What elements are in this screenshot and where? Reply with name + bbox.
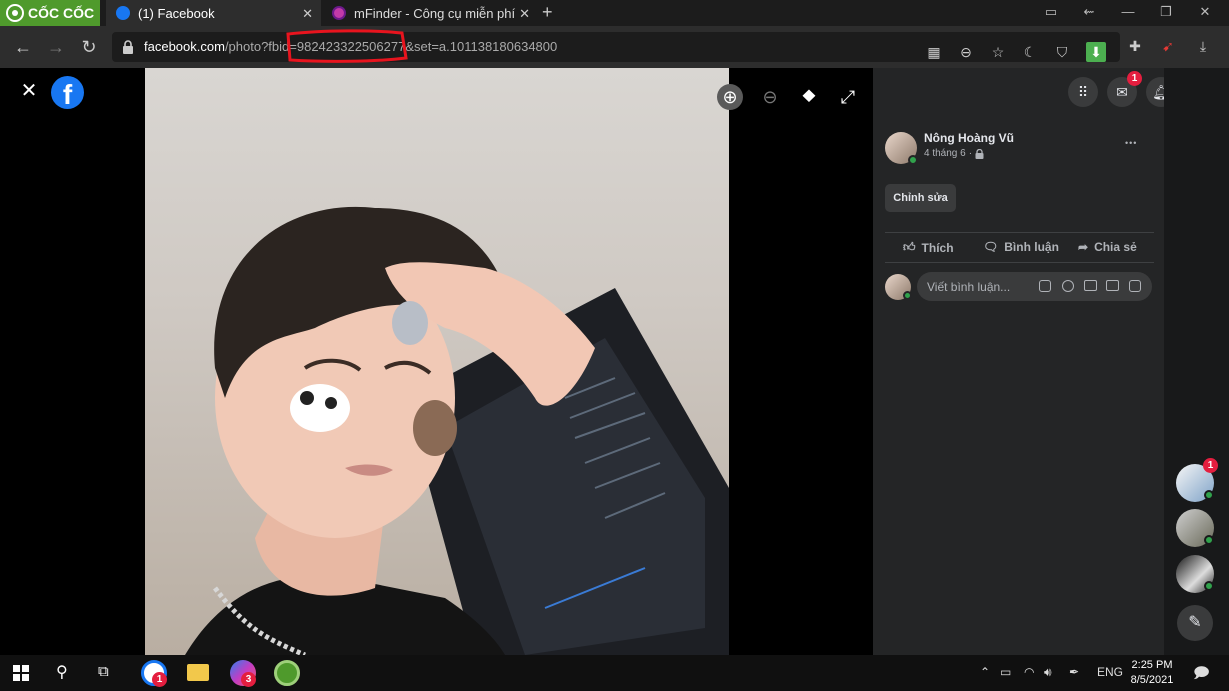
divider — [885, 232, 1154, 233]
contacts-rail: 1 ✎ — [1164, 68, 1229, 655]
file-explorer-icon[interactable] — [187, 664, 209, 681]
tab-close-icon[interactable]: ✕ — [302, 6, 313, 22]
clock-date: 8/5/2021 — [1130, 674, 1174, 686]
extensions-icon[interactable]: ✚ — [1125, 36, 1145, 56]
divider — [885, 262, 1154, 263]
action-center-icon[interactable]: 🗩 — [1193, 663, 1210, 688]
facebook-logo[interactable]: f — [51, 76, 84, 110]
comment-label: Bình luận — [1004, 240, 1059, 254]
gif-icon[interactable] — [1106, 280, 1119, 291]
photo-image — [145, 68, 729, 655]
tab-title: (1) Facebook — [138, 5, 215, 21]
qr-code-icon[interactable]: ▦ — [924, 42, 944, 62]
mfinder-favicon-icon — [332, 6, 346, 20]
pen-icon[interactable]: ✒ — [1069, 665, 1079, 679]
tab-mfinder[interactable]: mFinder - Công cụ miễn phí ✕ — [322, 0, 538, 26]
new-message-icon[interactable]: ✎ — [1177, 605, 1213, 641]
tab-close-icon[interactable]: ✕ — [519, 6, 530, 22]
online-indicator — [1204, 490, 1214, 500]
online-indicator — [1204, 581, 1214, 591]
close-viewer-icon[interactable]: ✕ — [16, 78, 42, 104]
meta-separator: · — [968, 148, 973, 159]
tag-icon[interactable]: ⯁ — [796, 84, 822, 110]
messenger-badge: 1 — [1127, 71, 1142, 86]
photo-info-panel: Nông Hoàng Vũ 4 tháng 6 · ••• Chỉnh sửa … — [873, 68, 1164, 655]
comment-button[interactable]: 🗨︎ Bình luận — [983, 240, 1059, 254]
online-indicator — [1204, 535, 1214, 545]
reload-icon[interactable]: ↻ — [78, 36, 100, 58]
more-options-icon[interactable]: ••• — [1125, 138, 1137, 148]
taskbar-messenger-badge: 3 — [241, 672, 256, 687]
url-host: facebook.com — [144, 39, 225, 54]
downloads-icon[interactable]: ⤓ — [1193, 36, 1213, 56]
clock[interactable]: 2:25 PM 8/5/2021 — [1128, 658, 1176, 688]
new-tab-button[interactable]: + — [542, 2, 553, 23]
show-hidden-icons[interactable]: ⌃ — [980, 665, 990, 679]
contact-badge: 1 — [1203, 458, 1218, 473]
bookmark-star-icon[interactable]: ☆ — [988, 42, 1008, 62]
taskbar-coccoc-icon[interactable] — [274, 660, 300, 686]
online-indicator — [908, 155, 918, 165]
privacy-lock-icon[interactable] — [975, 148, 984, 159]
wifi-icon[interactable]: ◠ — [1024, 665, 1034, 679]
address-bar[interactable]: facebook.com/photo?fbid=982423322506277&… — [112, 29, 1120, 63]
facebook-favicon-icon — [116, 6, 130, 20]
like-icon: 👍︎ — [903, 240, 916, 254]
comment-input[interactable]: Viết bình luận... — [917, 272, 1152, 301]
download-video-icon[interactable]: ⬇ — [1086, 42, 1106, 62]
like-button[interactable]: 👍︎ Thích — [903, 240, 954, 255]
edit-button[interactable]: Chỉnh sửa — [885, 184, 956, 212]
search-icon[interactable]: ⚲ — [56, 662, 68, 682]
menu-grid-icon[interactable]: ⠿ — [1068, 77, 1098, 107]
battery-icon[interactable]: ▭ — [1000, 665, 1011, 679]
avatar-sticker-icon[interactable] — [1039, 280, 1051, 292]
zoom-out-icon[interactable]: ⊖ — [956, 42, 976, 62]
tab-title: mFinder - Công cụ miễn phí — [354, 5, 516, 21]
camera-icon[interactable] — [1084, 280, 1097, 291]
post-date[interactable]: 4 tháng 6 — [924, 148, 966, 159]
restore-icon[interactable]: ❐ — [1157, 4, 1175, 20]
volume-icon[interactable]: 🔊︎ — [1044, 665, 1052, 680]
coccoc-menu-button[interactable]: CỐC CỐC — [0, 0, 100, 26]
photo-illustration — [185, 206, 729, 655]
window-close-icon[interactable]: ✕ — [1196, 4, 1214, 20]
red-annotation-circle — [286, 29, 408, 63]
taskbar-browser-badge: 1 — [152, 672, 167, 687]
extension-rocket-icon[interactable]: ➹ — [1158, 36, 1178, 56]
author-name[interactable]: Nông Hoàng Vũ — [924, 131, 1014, 145]
share-icon: ➦ — [1078, 240, 1089, 254]
share-label: Chia sẻ — [1094, 240, 1137, 254]
emoji-icon[interactable] — [1062, 280, 1074, 292]
brand-label: CỐC CỐC — [28, 5, 95, 21]
clock-time: 2:25 PM — [1131, 659, 1173, 671]
windows-taskbar: ⚲ ⧉ 1 3 ⌃ ▭ ◠ 🔊︎ ✒ ENG 2:25 PM 8/5/2021 … — [0, 655, 1229, 691]
minimize-alt-icon[interactable]: ⇜ — [1080, 4, 1098, 20]
sticker-icon[interactable] — [1129, 280, 1141, 292]
lock-icon — [123, 40, 133, 54]
browser-tab-bar: CỐC CỐC (1) Facebook ✕ mFinder - Công cụ… — [0, 0, 1229, 26]
language-indicator[interactable]: ENG — [1097, 665, 1123, 679]
forward-icon[interactable]: → — [45, 36, 67, 58]
shield-icon[interactable]: ⛉ — [1052, 42, 1072, 62]
task-view-icon[interactable]: ⧉ — [98, 663, 109, 680]
comment-placeholder: Viết bình luận... — [927, 280, 1011, 294]
screenshot-icon[interactable]: ▭ — [1042, 4, 1060, 20]
post-meta: 4 tháng 6 · — [924, 148, 984, 159]
zoom-in-icon[interactable]: ⊕ — [717, 84, 743, 110]
dark-mode-icon[interactable]: ☾ — [1020, 42, 1040, 62]
windows-start-icon[interactable] — [13, 665, 29, 681]
tab-facebook[interactable]: (1) Facebook ✕ — [106, 0, 321, 26]
photo-viewer: ✕ f ⊕ ⊖ ⯁ ⤢ — [0, 68, 873, 655]
share-button[interactable]: ➦ Chia sẻ — [1078, 240, 1137, 254]
minimize-icon[interactable]: — — [1119, 4, 1137, 19]
zoom-out-photo-icon[interactable]: ⊖ — [757, 84, 783, 110]
comment-icon: 🗨︎ — [983, 240, 999, 254]
fullscreen-icon[interactable]: ⤢ — [835, 84, 861, 110]
back-icon[interactable]: ← — [12, 36, 34, 58]
coccoc-logo-icon — [6, 4, 24, 22]
like-label: Thích — [921, 240, 954, 255]
browser-toolbar: ← → ↻ facebook.com/photo?fbid=9824233225… — [0, 26, 1229, 68]
online-indicator — [903, 291, 912, 300]
